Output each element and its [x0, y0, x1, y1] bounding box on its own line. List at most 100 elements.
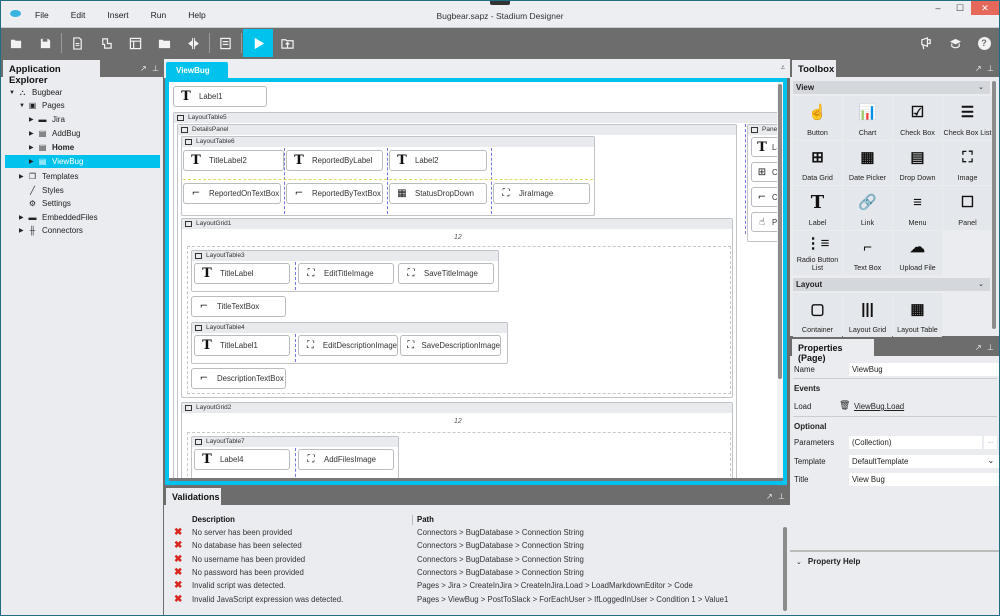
reportedontextbox-control[interactable]: ⌐ ReportedOnTextBox — [183, 183, 281, 204]
tree-item-home[interactable]: ▶ ▤ Home — [29, 141, 151, 154]
savetitleimage-control[interactable]: ⛶ SaveTitleImage — [398, 263, 494, 284]
pin-icon[interactable]: ⊥ — [152, 64, 159, 73]
titletextbox-control[interactable]: ⌐ TitleTextBox — [191, 296, 286, 317]
toolbox-item-radio-button-list[interactable]: ⋮≡ Radio Button List — [793, 231, 842, 275]
toolbox-item-data-grid[interactable]: ⊞ Data Grid — [793, 141, 842, 185]
toolbox-item-check-box[interactable]: ☑ Check Box — [893, 96, 942, 140]
save-button[interactable] — [32, 29, 58, 57]
prop-parameters-input[interactable]: (Collection) — [849, 436, 982, 449]
deploy-button[interactable] — [212, 29, 238, 57]
tree-item-connectors[interactable]: ▶ ╫ Connectors — [19, 224, 151, 237]
titlelabel-control[interactable]: T TitleLabel — [194, 263, 290, 284]
tree-item-viewbug[interactable]: ▶ ▤ ViewBug — [5, 155, 160, 168]
properties-pin-icon[interactable]: ⊥ — [987, 343, 994, 352]
prop-title-input[interactable]: View Bug — [849, 473, 999, 486]
expand-down-icon[interactable]: ▼ — [9, 90, 17, 96]
toolbox-item-chart[interactable]: 📊 Chart — [843, 96, 892, 140]
feedback-button[interactable] — [913, 29, 939, 57]
parameters-edit-button[interactable]: ... — [984, 436, 997, 449]
expand-right-icon[interactable]: ▶ — [19, 214, 27, 221]
expand-right-icon[interactable]: ▶ — [29, 158, 37, 165]
maximize-button[interactable]: ☐ — [949, 1, 971, 15]
toolbox-pin-icon[interactable]: ⊥ — [987, 64, 994, 73]
new-template-button[interactable] — [93, 29, 119, 57]
delete-icon[interactable]: 🗑 — [839, 400, 850, 411]
titlelabel1-control[interactable]: T TitleLabel1 — [194, 335, 290, 356]
toolbox-item-upload-file[interactable]: ☁ Upload File — [893, 231, 942, 275]
editdescriptionimage-control[interactable]: ⛶ EditDescriptionImage — [298, 335, 398, 356]
tree-item-styles[interactable]: ╱ Styles — [19, 184, 151, 197]
label1-control[interactable]: T Label1 — [173, 86, 267, 107]
toolbox-item-image[interactable]: ⛶ Image — [943, 141, 992, 185]
validation-path[interactable]: Pages > ViewBug > PostToSlack > ForEachU… — [417, 595, 728, 608]
expand-right-icon[interactable]: ▶ — [29, 130, 37, 137]
run-button[interactable] — [243, 29, 273, 57]
folder-button[interactable] — [151, 29, 177, 57]
layout-button[interactable] — [122, 29, 148, 57]
validation-description[interactable]: No username has been provided — [192, 555, 305, 568]
validation-description[interactable]: Invalid JavaScript expression was detect… — [192, 595, 343, 608]
validations-float-icon[interactable]: ↗ — [766, 492, 773, 501]
tree-item-addbug[interactable]: ▶ ▤ AddBug — [29, 127, 151, 140]
menu-edit[interactable]: Edit — [71, 10, 86, 20]
minimize-button[interactable]: – — [927, 1, 949, 15]
expand-right-icon[interactable]: ▶ — [19, 173, 27, 180]
float-icon[interactable]: ↗ — [140, 64, 147, 73]
tree-item-pages[interactable]: ▼ ▣ Pages — [19, 99, 151, 112]
label2-control[interactable]: T Label2 — [389, 150, 487, 171]
validation-path[interactable]: Connectors > BugDatabase > Connection St… — [417, 555, 584, 568]
tree-item-templates[interactable]: ▶ ❐ Templates — [19, 170, 151, 183]
toolbox-item-check-box-list[interactable]: ☰ Check Box List — [943, 96, 992, 140]
toolbox-tab[interactable]: Toolbox — [792, 60, 836, 77]
addfilesimage-control[interactable]: ⛶ AddFilesImage — [298, 449, 394, 470]
new-page-button[interactable] — [64, 29, 90, 57]
property-help-section[interactable]: ⌄ Property Help — [796, 557, 860, 566]
validation-path[interactable]: Pages > Jira > CreateInJira > CreateInJi… — [417, 581, 693, 594]
statusdropdown-control[interactable]: ▦ StatusDropDown — [389, 183, 487, 204]
expand-right-icon[interactable]: ▶ — [29, 116, 37, 123]
open-button[interactable] — [3, 29, 29, 57]
toolbox-item-menu[interactable]: ≡ Menu — [893, 186, 942, 230]
toolbox-item-layout-table[interactable]: ▦ Layout Table — [893, 293, 942, 337]
canvas-hscrollbar[interactable] — [169, 478, 783, 481]
expand-down-icon[interactable]: ▼ — [19, 103, 27, 109]
validation-path[interactable]: Connectors > BugDatabase > Connection St… — [417, 568, 584, 581]
tree-item-embeddedfiles[interactable]: ▶ ▬ EmbeddedFiles — [19, 211, 151, 224]
expand-right-icon[interactable]: ▶ — [19, 227, 27, 234]
menu-help[interactable]: Help — [188, 10, 205, 20]
tab-overflow-icon[interactable]: ⩡ — [780, 63, 785, 73]
tree-item-bugbear[interactable]: ▼ ⛬ Bugbear — [9, 86, 151, 99]
toolbox-float-icon[interactable]: ↗ — [975, 64, 982, 73]
connector-button[interactable] — [180, 29, 206, 57]
toolbox-item-layout-grid[interactable]: ||| Layout Grid — [843, 293, 892, 337]
titlelabel2-control[interactable]: T TitleLabel2 — [183, 150, 284, 171]
application-explorer-tab[interactable]: Application Explorer — [3, 60, 100, 86]
jiraimage-control[interactable]: ⛶ JiraImage — [493, 183, 590, 204]
menu-file[interactable]: File — [35, 10, 49, 20]
menu-insert[interactable]: Insert — [107, 10, 128, 20]
descriptiontextbox-control[interactable]: ⌐ DescriptionTextBox — [191, 368, 286, 389]
validation-description[interactable]: No server has been provided — [192, 528, 292, 541]
properties-float-icon[interactable]: ↗ — [975, 343, 982, 352]
col-path[interactable]: Path — [417, 515, 434, 528]
validations-tab[interactable]: Validations — [166, 488, 221, 505]
edittitleimage-control[interactable]: ⛶ EditTitleImage — [298, 263, 394, 284]
savedescriptionimage-control[interactable]: ⛶ SaveDescriptionImage — [400, 335, 501, 356]
close-button[interactable]: ✕ — [971, 1, 999, 15]
properties-tab[interactable]: Properties (Page) — [792, 339, 874, 363]
reportedbylabel-control[interactable]: T ReportedByLabel — [286, 150, 383, 171]
col-description[interactable]: Description — [192, 515, 235, 528]
toolbox-item-container[interactable]: ▢ Container — [793, 293, 842, 337]
validation-description[interactable]: Invalid script was detected. — [192, 581, 286, 594]
validations-pin-icon[interactable]: ⊥ — [778, 492, 785, 501]
help-button[interactable]: ? — [971, 29, 997, 57]
toolbox-item-date-picker[interactable]: ▦ Date Picker — [843, 141, 892, 185]
load-event-link[interactable]: ViewBug.Load — [854, 402, 904, 411]
learn-button[interactable] — [942, 29, 968, 57]
tree-item-settings[interactable]: ⚙ Settings — [19, 197, 151, 210]
toolbox-item-text-box[interactable]: ⌐ Text Box — [843, 231, 892, 275]
toolbox-item-button[interactable]: ☝ Button — [793, 96, 842, 140]
validation-path[interactable]: Connectors > BugDatabase > Connection St… — [417, 528, 584, 541]
tree-item-jira[interactable]: ▶ ▬ Jira — [29, 113, 151, 126]
toolbox-item-panel[interactable]: ☐ Panel — [943, 186, 992, 230]
